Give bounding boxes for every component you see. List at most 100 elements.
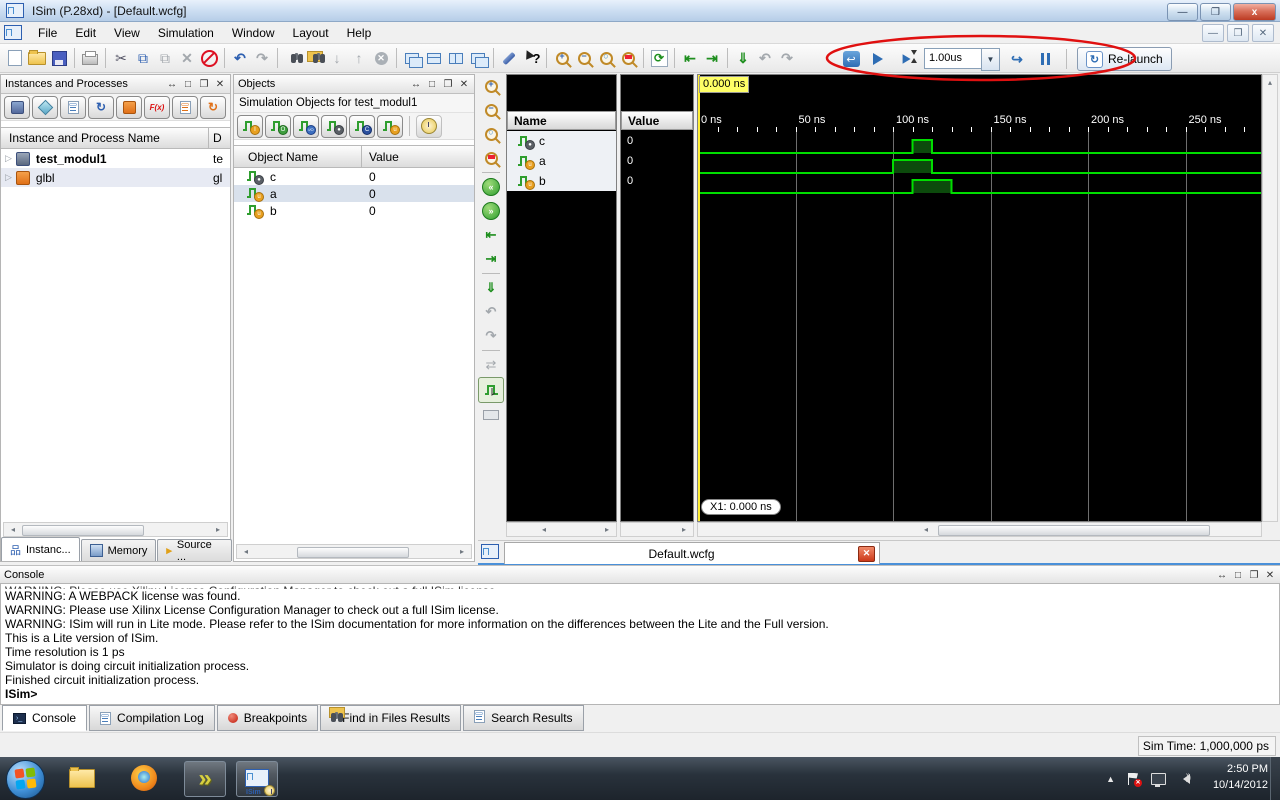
close-tab-icon[interactable]: ✕ — [858, 546, 875, 562]
swap-cursors-button[interactable]: ⇄ — [479, 353, 503, 377]
filter-inouts-button[interactable]: I/O — [293, 115, 319, 138]
objects-hscrollbar[interactable]: ◂ ▸ — [236, 544, 472, 559]
minimize-button[interactable]: — — [1167, 3, 1198, 21]
scroll-up-arrow[interactable]: ▴ — [1263, 75, 1277, 87]
show-hidden-icons[interactable]: ▲ — [1106, 774, 1115, 784]
show-functions-button[interactable]: F(x) — [144, 96, 170, 119]
taskbar-isim-button[interactable]: ISim — [236, 761, 278, 797]
filter-outputs-button[interactable]: O — [265, 115, 291, 138]
filter-constants-button[interactable]: C — [349, 115, 375, 138]
prev-transition-button[interactable]: ⇤ — [679, 47, 701, 69]
maximize-panel-icon[interactable]: □ — [426, 79, 438, 90]
tab-memory[interactable]: Memory — [81, 539, 157, 561]
speaker-icon[interactable] — [1178, 774, 1190, 784]
wave-hscrollbar[interactable]: ◂ — [697, 522, 1262, 537]
close-button[interactable]: x — [1233, 3, 1276, 21]
menu-window[interactable]: Window — [224, 24, 283, 42]
tab-source[interactable]: ▸ Source ... — [157, 539, 232, 561]
expand-caret-icon[interactable]: ▷ — [5, 153, 12, 164]
tile-horizontal-button[interactable] — [423, 47, 445, 69]
wave-signal-row-a[interactable]: u a — [507, 151, 616, 171]
tab-console[interactable]: ›_ Console — [2, 705, 87, 731]
refresh-orange-button[interactable]: ↻ — [200, 96, 226, 119]
tab-breakpoints[interactable]: Breakpoints — [217, 705, 318, 731]
zoom-full-view-button[interactable]: ○ — [595, 47, 617, 69]
value-hscrollbar[interactable]: ◂▸ — [620, 522, 694, 537]
step-button[interactable]: ↪ — [1006, 48, 1028, 70]
wave-plot-area[interactable]: 0 ns50 ns100 ns150 ns200 ns250 ns 0.000 … — [697, 74, 1262, 522]
wave-zoom-in-button[interactable]: + — [479, 74, 503, 98]
tree-row-test-modul1[interactable]: ▷ test_modul1 te — [1, 149, 230, 168]
close-panel-icon[interactable]: ✕ — [214, 79, 226, 90]
wave-zoom-out-button[interactable]: − — [479, 98, 503, 122]
paste-button[interactable]: ⧉ — [154, 47, 176, 69]
prev-transition-button[interactable]: ⇤ — [479, 223, 503, 247]
next-transition-button[interactable]: ⇥ — [479, 247, 503, 271]
close-panel-icon[interactable]: ✕ — [458, 79, 470, 90]
run-time-dropdown[interactable]: ▼ — [981, 48, 1000, 71]
find-previous-button[interactable]: ↑ — [348, 47, 370, 69]
run-time-input[interactable]: 1.00us — [924, 48, 982, 69]
filter-internal-button[interactable]: ● — [321, 115, 347, 138]
maximize-panel-icon[interactable]: □ — [182, 79, 194, 90]
tab-instances[interactable]: 品 Instanc... — [1, 537, 80, 561]
new-file-button[interactable] — [4, 47, 26, 69]
mdi-close-button[interactable]: ✕ — [1252, 24, 1274, 42]
wave-name-header[interactable]: Name — [507, 111, 616, 130]
redo-button[interactable]: ↷ — [251, 47, 273, 69]
find-in-files-button[interactable] — [304, 47, 326, 69]
delete-button[interactable]: ✕ — [176, 47, 198, 69]
object-row-b[interactable]: u b 0 — [234, 202, 474, 219]
next-transition-button[interactable]: ⇥ — [701, 47, 723, 69]
add-marker-button[interactable]: ⇓ — [732, 47, 754, 69]
taskbar-ise-button[interactable]: » — [184, 761, 226, 797]
relaunch-button[interactable]: ↻ Re-launch — [1077, 47, 1172, 71]
show-desktop-button[interactable] — [1270, 757, 1280, 800]
dock-arrows-icon[interactable]: ↔ — [1216, 570, 1228, 581]
menu-help[interactable]: Help — [339, 24, 380, 42]
wave-signal-row-c[interactable]: ● c — [507, 131, 616, 151]
waveform-canvas[interactable]: 0 ns50 ns100 ns150 ns200 ns250 ns — [698, 75, 1261, 521]
filter-inputs-button[interactable]: I — [237, 115, 263, 138]
goto-time-zero-button[interactable]: « — [479, 175, 503, 199]
next-marker-button[interactable]: ↷ — [776, 47, 798, 69]
instances-column-header[interactable]: Instance and Process Name D — [1, 127, 230, 149]
pause-button[interactable] — [1034, 48, 1056, 70]
network-icon[interactable] — [1151, 773, 1166, 785]
measure-button[interactable] — [479, 403, 503, 427]
find-button[interactable] — [282, 47, 304, 69]
menu-file[interactable]: File — [30, 24, 65, 42]
wave-zoom-cursor-button[interactable] — [479, 146, 503, 170]
next-marker-button[interactable]: ↷ — [479, 324, 503, 348]
prev-marker-button[interactable]: ↶ — [754, 47, 776, 69]
tile-vertical-button[interactable] — [445, 47, 467, 69]
instances-hscrollbar[interactable]: ◂ ▸ — [3, 522, 228, 537]
menu-edit[interactable]: Edit — [67, 24, 104, 42]
object-row-c[interactable]: ● c 0 — [234, 168, 474, 185]
copy-button[interactable]: ⧉ — [132, 47, 154, 69]
find-next-button[interactable]: ↓ — [326, 47, 348, 69]
restart-button[interactable]: ↩ — [840, 48, 862, 70]
cancel-button[interactable]: ✕ — [370, 47, 392, 69]
cascade-windows-button[interactable] — [401, 47, 423, 69]
print-button[interactable] — [79, 47, 101, 69]
scroll-thumb[interactable] — [938, 525, 1210, 536]
object-row-a[interactable]: u a 0 — [234, 185, 474, 202]
wave-zoom-full-button[interactable]: ○ — [479, 122, 503, 146]
whats-this-button[interactable]: ? — [520, 47, 542, 69]
scroll-thumb[interactable] — [22, 525, 144, 536]
objects-column-header[interactable]: Object Name Value — [234, 145, 474, 168]
cut-button[interactable]: ✂ — [110, 47, 132, 69]
tab-compilation-log[interactable]: Compilation Log — [89, 705, 215, 731]
virtual-clock-button[interactable] — [416, 115, 442, 138]
mdi-restore-button[interactable]: ❐ — [1227, 24, 1249, 42]
filter-variables-button[interactable]: u — [377, 115, 403, 138]
snap-to-transition-button[interactable] — [478, 377, 504, 403]
taskbar-explorer-button[interactable] — [62, 761, 102, 795]
tree-row-glbl[interactable]: ▷ glbl gl — [1, 168, 230, 187]
show-instances-button[interactable] — [4, 96, 30, 119]
menu-view[interactable]: View — [106, 24, 148, 42]
menu-layout[interactable]: Layout — [285, 24, 337, 42]
wave-vscrollbar[interactable]: ▴ — [1262, 74, 1278, 522]
menu-simulation[interactable]: Simulation — [150, 24, 222, 42]
